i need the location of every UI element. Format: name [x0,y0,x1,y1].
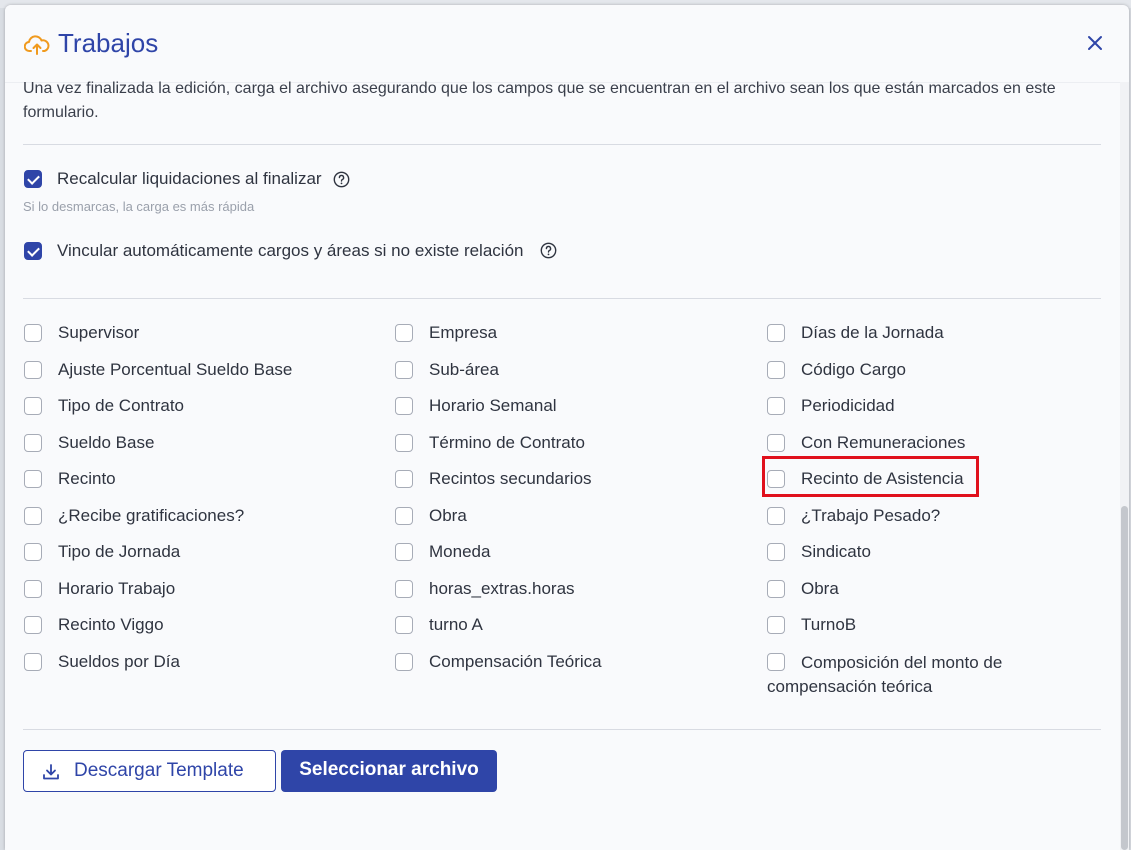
help-circle-icon[interactable] [540,242,557,259]
field-checkbox[interactable] [24,580,42,598]
recalc-checkbox[interactable] [24,170,42,188]
field-checkbox[interactable] [24,507,42,525]
field-checkbox[interactable] [395,653,413,671]
close-icon[interactable] [1083,31,1107,55]
field-label: Ajuste Porcentual Sueldo Base [58,360,293,379]
cloud-upload-icon [24,35,50,55]
field-label: Empresa [429,323,498,342]
field-checkbox[interactable] [767,616,785,634]
field-checkbox[interactable] [767,434,785,452]
field-label: Composición del monto de compensación te… [767,653,1003,696]
field-label: Término de Contrato [429,433,585,452]
select-file-button[interactable]: Seleccionar archivo [281,750,497,792]
field-checkbox[interactable] [395,397,413,415]
upload-modal: Trabajos Una vez finalizada la edición, … [5,5,1129,850]
field-checkbox[interactable] [24,361,42,379]
intro-text: Una vez finalizada la edición, carga el … [23,80,1056,121]
highlight-box [762,456,979,497]
field-label: Con Remuneraciones [801,433,966,452]
field-label: Tipo de Jornada [58,542,181,561]
field-checkbox[interactable] [24,616,42,634]
field-checkbox[interactable] [395,616,413,634]
field-label: Supervisor [58,323,140,342]
modal-header: Trabajos [5,5,1120,83]
divider [23,144,1101,145]
help-circle-icon[interactable] [333,171,350,188]
field-label: Días de la Jornada [801,323,944,342]
field-label: Moneda [429,542,491,561]
field-checkbox[interactable] [767,507,785,525]
field-label: Sindicato [801,542,871,561]
field-checkbox[interactable] [767,543,785,561]
field-checkbox[interactable] [767,580,785,598]
field-label: Código Cargo [801,360,906,379]
field-checkbox[interactable] [24,543,42,561]
select-file-label: Seleccionar archivo [299,759,479,780]
field-checkbox[interactable] [767,324,785,342]
field-label: Obra [429,506,467,525]
divider [23,298,1101,299]
field-checkbox[interactable] [395,470,413,488]
link-positions-label: Vincular automáticamente cargos y áreas … [57,241,524,260]
field-label: TurnoB [801,615,857,634]
field-checkbox[interactable] [767,397,785,415]
field-label: Recinto Viggo [58,615,164,634]
field-label: horas_extras.horas [429,579,575,598]
field-checkbox[interactable] [24,324,42,342]
field-checkbox[interactable] [395,543,413,561]
field-checkbox[interactable] [24,397,42,415]
field-checkbox[interactable] [395,580,413,598]
recalc-label: Recalcular liquidaciones al finalizar [57,169,322,188]
field-checkbox[interactable] [767,361,785,379]
scrollbar-thumb[interactable] [1121,506,1128,850]
field-checkbox[interactable] [395,434,413,452]
field-checkbox[interactable] [24,434,42,452]
field-label: Recinto [58,469,116,488]
field-label: ¿Trabajo Pesado? [801,506,941,525]
field-label: Horario Trabajo [58,579,176,598]
link-positions-checkbox[interactable] [24,242,42,260]
field-label: Horario Semanal [429,396,557,415]
field-checkbox[interactable] [395,507,413,525]
download-template-label: Descargar Template [74,760,244,781]
field-checkbox[interactable] [395,361,413,379]
field-checkbox[interactable] [24,653,42,671]
divider [23,729,1101,730]
field-label: Tipo de Contrato [58,396,184,415]
field-label: Sub-área [429,360,499,379]
field-label: Compensación Teórica [429,652,602,671]
field-label: Sueldos por Día [58,652,180,671]
field-label: turno A [429,615,483,634]
field-label: Periodicidad [801,396,895,415]
field-checkbox[interactable] [24,470,42,488]
field-label: Sueldo Base [58,433,155,452]
download-template-button[interactable]: Descargar Template [23,750,276,792]
field-checkbox[interactable] [395,324,413,342]
download-icon [43,764,59,780]
field-label: Obra [801,579,839,598]
field-label: ¿Recibe gratificaciones? [58,506,245,525]
field-label: Recintos secundarios [429,469,592,488]
scrollbar[interactable] [1120,82,1129,850]
recalc-hint: Si lo desmarcas, la carga es más rápida [23,199,255,214]
modal-title: Trabajos [58,28,159,58]
